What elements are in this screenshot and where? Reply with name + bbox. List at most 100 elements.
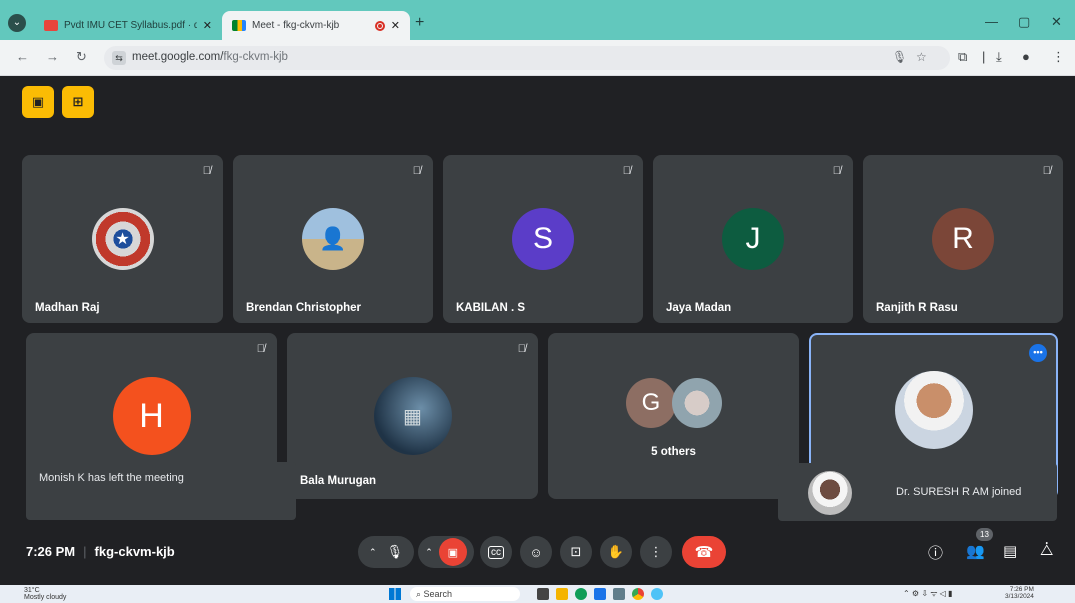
participant-tile[interactable]: 🎙̸ ▦ Bala Murugan (287, 333, 538, 499)
url-text: meet.google.com/fkg-ckvm-kjb (132, 51, 288, 63)
participant-tile[interactable]: 🎙̸ ★ Madhan Raj (22, 155, 223, 323)
edge-icon[interactable] (575, 588, 587, 600)
hang-up-icon: ☎ (694, 544, 714, 561)
taskbar-search[interactable]: ⌕ Search (410, 587, 520, 601)
extensions-icon[interactable]: ⧉ (958, 49, 967, 65)
taskview-icon[interactable] (537, 588, 549, 600)
toast-text: Dr. SURESH R AM joined (896, 486, 1022, 498)
emoji-icon: ☺ (529, 544, 543, 560)
participant-tile[interactable]: 🎙̸ J Jaya Madan (653, 155, 853, 323)
muted-mic-icon: 🎙̸ (1042, 165, 1051, 177)
file-explorer-icon[interactable] (556, 588, 568, 600)
close-tab-icon[interactable]: ✕ (203, 19, 212, 32)
close-window-icon[interactable]: ✕ (1051, 14, 1062, 30)
captain-america-shield-avatar: ★ (91, 208, 154, 270)
forward-icon[interactable]: → (46, 49, 59, 64)
back-icon[interactable]: ← (16, 49, 29, 64)
app-icon[interactable] (651, 588, 663, 600)
initial-avatar: H (112, 377, 191, 455)
left-meeting-toast: Monish K has left the meeting (26, 462, 296, 520)
participant-name: Jaya Madan (666, 302, 732, 314)
windows-taskbar: 31°C Mostly cloudy ⌕ Search ⌃ ⚙ ⇩ ᯤ ◁ ▮ … (0, 585, 1075, 603)
browser-tab-strip: ⌄ Pvdt IMU CET Syllabus.pdf · dmit... ✕ … (0, 0, 1075, 40)
microphone-button[interactable]: ⌃ 🎙 (358, 536, 414, 568)
app-icon[interactable] (613, 588, 625, 600)
initial-avatar: G (626, 378, 676, 428)
activities-icon[interactable]: ⧊ (1040, 542, 1053, 559)
others-tile[interactable]: G 5 others (548, 333, 799, 499)
kebab-icon: ⋮ (649, 544, 663, 559)
microphone-icon: 🎙 (386, 544, 404, 559)
muted-mic-icon: 🎙̸ (202, 165, 211, 177)
store-icon[interactable] (594, 588, 606, 600)
tab-search-icon[interactable]: ⌄ (8, 14, 26, 32)
camera-off-icon: ▣ (438, 538, 467, 566)
participants-count-badge: 13 (976, 528, 993, 541)
leave-call-button[interactable]: ☎ (682, 536, 726, 568)
address-bar[interactable]: ⇆ meet.google.com/fkg-ckvm-kjb 🎙 ☆ (104, 46, 950, 70)
tab-pdf[interactable]: Pvdt IMU CET Syllabus.pdf · dmit... ✕ (34, 11, 222, 40)
browser-toolbar: ← → ↻ ⇆ meet.google.com/fkg-ckvm-kjb 🎙 ☆… (0, 40, 1075, 76)
initial-avatar: S (512, 208, 574, 270)
maximize-icon[interactable]: ▢ (1018, 14, 1030, 30)
joined-user-avatar (808, 471, 852, 515)
download-icon[interactable]: ⤓ (996, 49, 1002, 65)
close-tab-icon[interactable]: ✕ (391, 19, 400, 32)
reload-icon[interactable]: ↻ (76, 49, 87, 65)
profile-avatar-icon[interactable]: ● (1022, 49, 1030, 64)
camera-button[interactable]: ⌃ ▣ (418, 536, 474, 568)
camera-off-indicator-icon[interactable]: ▣ (22, 86, 54, 118)
bookmark-star-icon[interactable]: ☆ (916, 50, 927, 64)
initial-avatar: J (722, 208, 784, 270)
joined-toast: Dr. SURESH R AM joined (778, 463, 1057, 521)
participant-tile[interactable]: 🎙̸ R Ranjith R Rasu (863, 155, 1063, 323)
participant-tile[interactable]: 🎙̸ 👤 Brendan Christopher (233, 155, 433, 323)
taskbar-clock[interactable]: 7:26 PM 3/13/2024 (1005, 586, 1034, 600)
reactions-button[interactable]: ☺ (520, 536, 552, 568)
info-icon[interactable]: ⓘ (928, 542, 943, 563)
profile-photo-avatar: 👤 (302, 208, 364, 270)
captions-icon: cc (488, 545, 504, 559)
taskbar-apps (537, 588, 663, 600)
more-options-button[interactable]: ⋮ (640, 536, 672, 568)
more-options-icon[interactable]: ••• (1029, 344, 1047, 362)
chat-icon[interactable]: ▤ (1003, 542, 1017, 560)
captions-button[interactable]: cc (480, 536, 512, 568)
others-count-label: 5 others (651, 446, 696, 458)
profile-photo-avatar (894, 371, 973, 449)
windows-start-icon[interactable] (389, 588, 401, 600)
meeting-code: fkg-ckvm-kjb (94, 544, 175, 559)
participant-name: Ranjith R Rasu (876, 302, 958, 314)
tab-meet[interactable]: Meet - fkg-ckvm-kjb ✕ (222, 11, 410, 40)
meet-stage: ▣ ⊞ 🎙̸ ★ Madhan Raj 🎙̸ 👤 Brendan Christo… (0, 77, 1075, 585)
minimize-icon[interactable]: — (985, 14, 998, 29)
muted-mic-icon: 🎙̸ (256, 343, 265, 355)
meet-favicon-icon (232, 20, 246, 31)
site-settings-icon[interactable]: ⇆ (112, 51, 126, 65)
weather-widget[interactable]: 31°C Mostly cloudy (24, 587, 66, 601)
raise-hand-button[interactable]: ✋ (600, 536, 632, 568)
new-tab-icon[interactable]: + (415, 14, 424, 32)
leave-room-indicator-icon[interactable]: ⊞ (62, 86, 94, 118)
chrome-icon[interactable] (632, 588, 644, 600)
participant-name: Bala Murugan (300, 475, 377, 487)
pdf-favicon-icon (44, 20, 58, 31)
tab-title: Meet - fkg-ckvm-kjb (252, 20, 340, 31)
muted-mic-icon: 🎙̸ (622, 165, 631, 177)
meeting-time: 7:26 PM (26, 544, 76, 559)
microphone-icon[interactable]: 🎙 (892, 50, 907, 64)
hand-icon: ✋ (607, 544, 625, 559)
people-icon[interactable]: 👥 (966, 542, 985, 560)
menu-kebab-icon[interactable]: ⋮ (1052, 49, 1065, 65)
participant-name: Madhan Raj (35, 302, 100, 314)
chevron-up-icon[interactable]: ⌃ (369, 547, 377, 558)
present-screen-icon: ⊡ (570, 544, 582, 559)
system-tray[interactable]: ⌃ ⚙ ⇩ ᯤ ◁ ▮ (903, 588, 953, 599)
participant-name: KABILAN . S (456, 302, 525, 314)
present-button[interactable]: ⊡ (560, 536, 592, 568)
muted-mic-icon: 🎙̸ (832, 165, 841, 177)
participant-tile[interactable]: 🎙̸ S KABILAN . S (443, 155, 643, 323)
muted-mic-icon: 🎙̸ (517, 343, 526, 355)
chevron-up-icon[interactable]: ⌃ (425, 547, 433, 558)
recording-icon (374, 20, 385, 31)
